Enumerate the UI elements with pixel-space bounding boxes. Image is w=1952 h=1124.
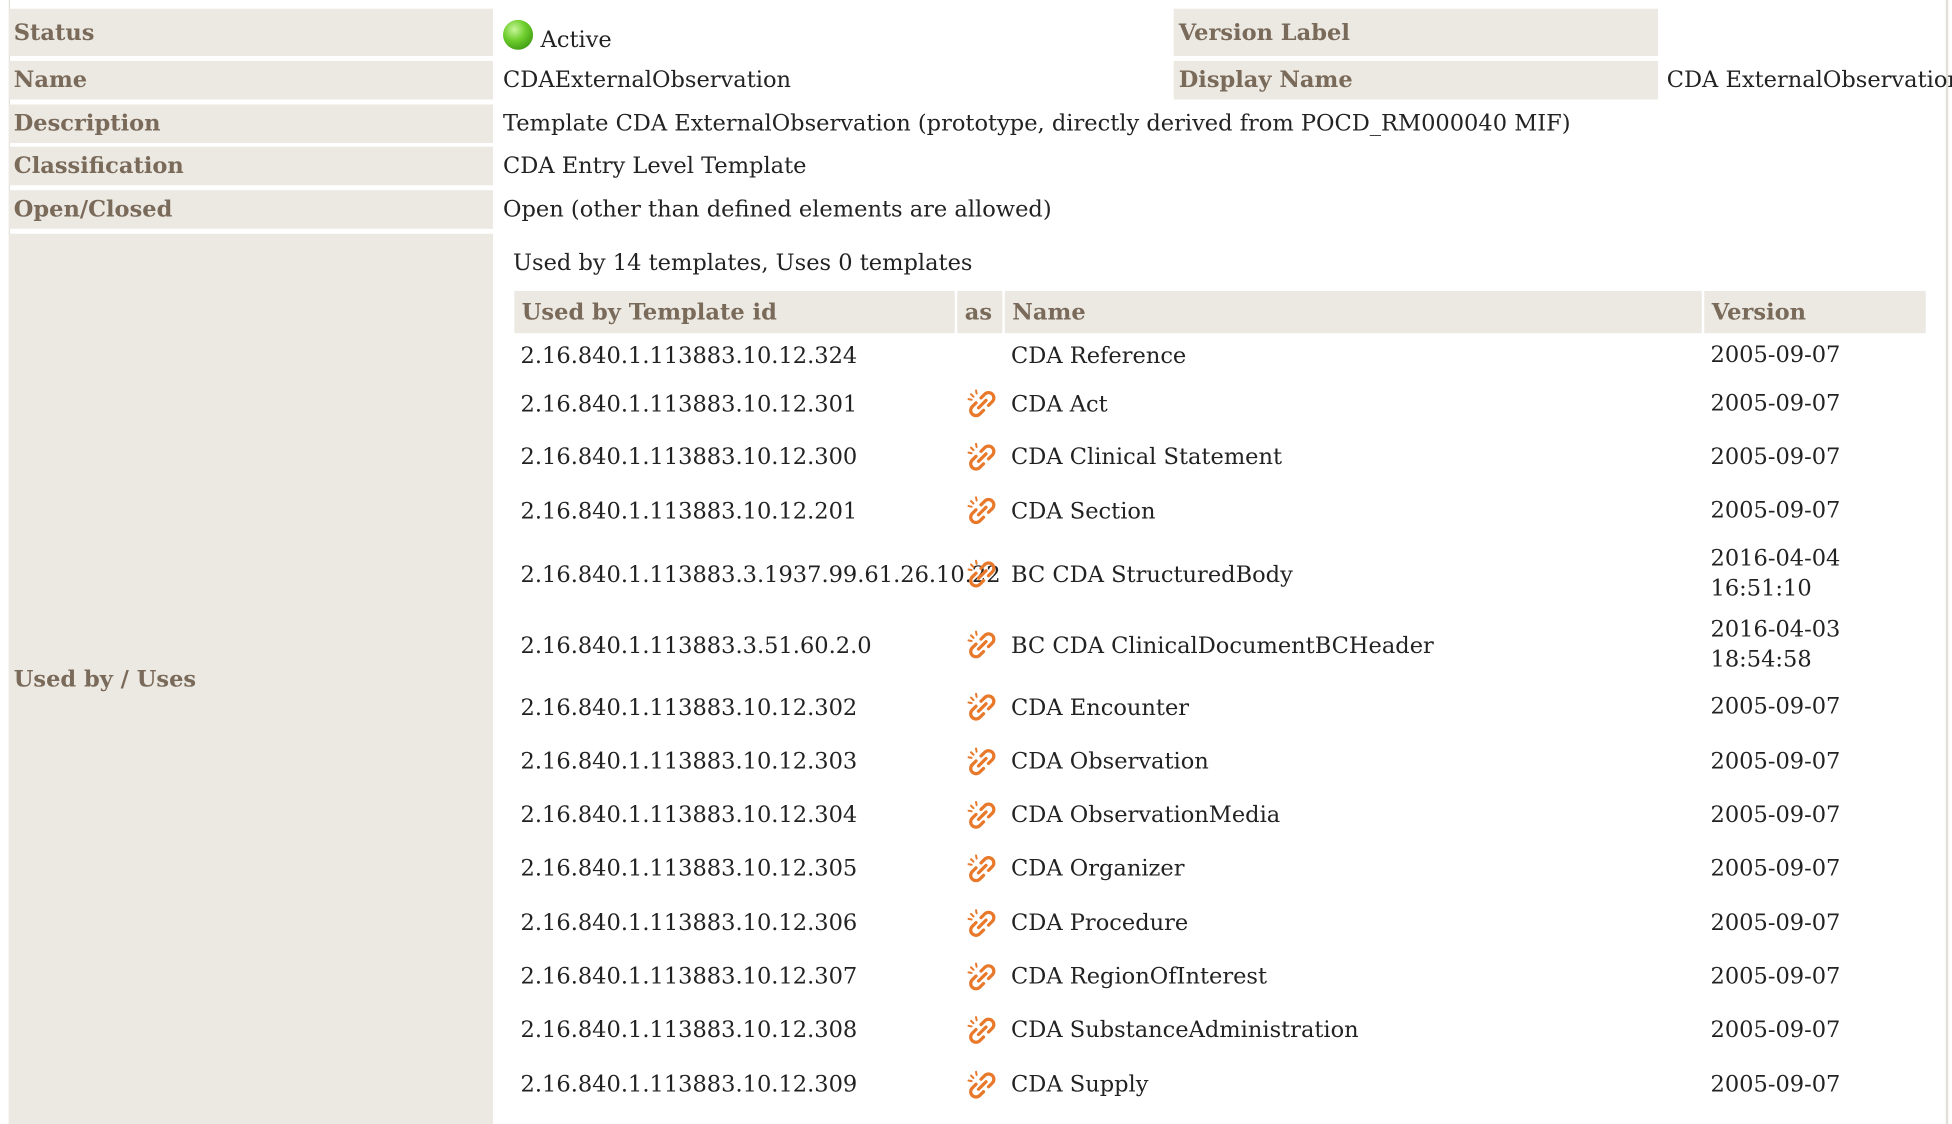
link-icon[interactable] — [961, 430, 1004, 483]
link-icon[interactable] — [961, 896, 1004, 949]
version-cell: 2005-09-07 — [1710, 443, 1841, 470]
template-id-cell: 2.16.840.1.113883.10.12.302 — [520, 694, 858, 721]
template-name-cell: BC CDA ClinicalDocumentBCHeader — [1011, 632, 1434, 659]
template-detail-panel: Status Active Version Label Name CDAExte… — [0, 0, 1952, 1124]
template-name-cell: CDA Organizer — [1011, 855, 1185, 882]
status-label: Status — [8, 8, 494, 56]
link-icon[interactable] — [961, 378, 1004, 430]
table-row: 2.16.840.1.113883.10.12.308 CDA Substance… — [513, 1003, 1927, 1056]
template-id-cell: 2.16.840.1.113883.10.12.306 — [520, 910, 858, 937]
version-cell: 2016-04-03 18:54:58 — [1710, 616, 1841, 673]
table-row: 2.16.840.1.113883.10.12.304 CDA Observati… — [513, 788, 1927, 841]
open-closed-label: Open/Closed — [8, 190, 494, 229]
as-cell — [961, 334, 1004, 376]
template-id-cell: 2.16.840.1.113883.10.12.324 — [520, 342, 858, 369]
template-id-cell: 2.16.840.1.113883.10.12.305 — [520, 855, 858, 882]
template-id-cell: 2.16.840.1.113883.10.12.300 — [520, 443, 858, 471]
link-icon[interactable] — [961, 612, 1004, 679]
template-name-cell: CDA Section — [1011, 497, 1156, 525]
link-icon[interactable] — [961, 842, 1004, 895]
version-cell: 2005-09-07 — [1710, 390, 1841, 417]
link-icon[interactable] — [961, 735, 1004, 788]
version-cell: 2005-09-07 — [1710, 747, 1841, 775]
template-name-cell: CDA SubstanceAdministration — [1011, 1017, 1359, 1044]
template-id-cell: 2.16.840.1.113883.10.12.201 — [520, 497, 858, 525]
version-cell: 2005-09-07 — [1710, 854, 1841, 881]
template-name-cell: CDA ObservationMedia — [1011, 801, 1281, 829]
column-header-template-id: Used by Template id — [514, 290, 955, 334]
template-name-cell: BC CDA StructuredBody — [1011, 561, 1293, 588]
open-closed-value: Open (other than defined elements are al… — [503, 196, 1052, 223]
template-id-cell: 2.16.840.1.113883.3.51.60.2.0 — [520, 632, 872, 659]
template-id-cell: 2.16.840.1.113883.10.12.304 — [520, 801, 858, 829]
table-row: 2.16.840.1.113883.3.51.60.2.0 BC CDA Clin… — [513, 612, 1927, 679]
classification-label: Classification — [8, 146, 494, 186]
link-icon[interactable] — [961, 788, 1004, 841]
link-icon[interactable] — [961, 950, 1004, 1003]
table-row: 2.16.840.1.113883.10.12.303 CDA Observati… — [513, 735, 1927, 788]
status-text: Active — [540, 26, 612, 53]
table-row: 2.16.840.1.113883.10.12.305 CDA Organizer… — [513, 842, 1927, 895]
table-row: 2.16.840.1.113883.10.12.307 CDA RegionOfI… — [513, 950, 1927, 1003]
name-label: Name — [8, 60, 494, 100]
display-name-label: Display Name — [1173, 60, 1658, 100]
link-icon[interactable] — [961, 1058, 1004, 1111]
table-row: 2.16.840.1.113883.10.12.302 CDA Encounter… — [513, 680, 1927, 735]
status-active-icon — [503, 19, 534, 50]
template-name-cell: CDA Procedure — [1011, 910, 1189, 937]
table-row: 2.16.840.1.113883.3.1937.99.61.26.10.22 B… — [513, 540, 1927, 610]
table-row: 2.16.840.1.113883.10.12.306 CDA Procedure… — [513, 896, 1927, 949]
template-name-cell: CDA Supply — [1011, 1071, 1149, 1098]
template-id-cell: 2.16.840.1.113883.3.1937.99.61.26.10.22 — [520, 561, 1001, 588]
description-label: Description — [8, 104, 494, 143]
template-id-cell: 2.16.840.1.113883.10.12.309 — [520, 1071, 858, 1098]
table-row: 2.16.840.1.113883.10.12.201 CDA Section 20… — [513, 484, 1927, 539]
name-value: CDAExternalObservation — [503, 67, 792, 94]
version-label-label: Version Label — [1173, 8, 1658, 56]
display-name-value: CDA ExternalObservation — [1666, 67, 1952, 94]
table-row: 2.16.840.1.113883.10.12.309 CDA Supply 200… — [513, 1058, 1927, 1111]
template-id-cell: 2.16.840.1.113883.10.12.308 — [520, 1017, 858, 1044]
right-border — [1945, 0, 1949, 1124]
template-name-cell: CDA Observation — [1011, 748, 1209, 775]
description-value: Template CDA ExternalObservation (protot… — [503, 110, 1571, 137]
template-id-cell: 2.16.840.1.113883.10.12.307 — [520, 963, 858, 990]
table-row: 2.16.840.1.113883.10.12.301 CDA Act 2005-0… — [513, 378, 1927, 430]
version-cell: 2016-04-04 16:51:10 — [1710, 545, 1841, 602]
version-cell: 2005-09-07 — [1710, 963, 1841, 990]
version-cell: 2005-09-07 — [1710, 1016, 1841, 1043]
table-row: 2.16.840.1.113883.10.12.324 CDA Reference… — [513, 334, 1927, 376]
link-icon[interactable] — [961, 540, 1004, 610]
link-icon[interactable] — [961, 484, 1004, 539]
column-header-name: Name — [1004, 290, 1702, 334]
used-by-label: Used by / Uses — [8, 233, 494, 1124]
template-name-cell: CDA Encounter — [1011, 694, 1190, 721]
column-header-as: as — [957, 290, 1003, 334]
version-cell: 2005-09-07 — [1710, 693, 1841, 720]
link-icon[interactable] — [961, 1003, 1004, 1056]
version-cell: 2005-09-07 — [1710, 801, 1841, 828]
template-name-cell: CDA RegionOfInterest — [1011, 963, 1268, 990]
template-id-cell: 2.16.840.1.113883.10.12.301 — [520, 391, 858, 418]
status-value: Active — [503, 11, 612, 58]
version-cell: 2005-09-07 — [1710, 497, 1841, 524]
column-header-version: Version — [1704, 290, 1926, 334]
version-cell: 2005-09-07 — [1710, 341, 1841, 369]
version-cell: 2005-09-07 — [1710, 909, 1841, 936]
template-name-cell: CDA Act — [1011, 391, 1108, 418]
version-cell: 2005-09-07 — [1710, 1071, 1841, 1098]
used-by-summary: Used by 14 templates, Uses 0 templates — [513, 249, 973, 276]
template-name-cell: CDA Clinical Statement — [1011, 443, 1283, 471]
template-id-cell: 2.16.840.1.113883.10.12.303 — [520, 748, 858, 775]
classification-value: CDA Entry Level Template — [503, 152, 807, 180]
table-row: 2.16.840.1.113883.10.12.300 CDA Clinical … — [513, 430, 1927, 483]
template-name-cell: CDA Reference — [1011, 342, 1187, 369]
link-icon[interactable] — [961, 680, 1004, 735]
